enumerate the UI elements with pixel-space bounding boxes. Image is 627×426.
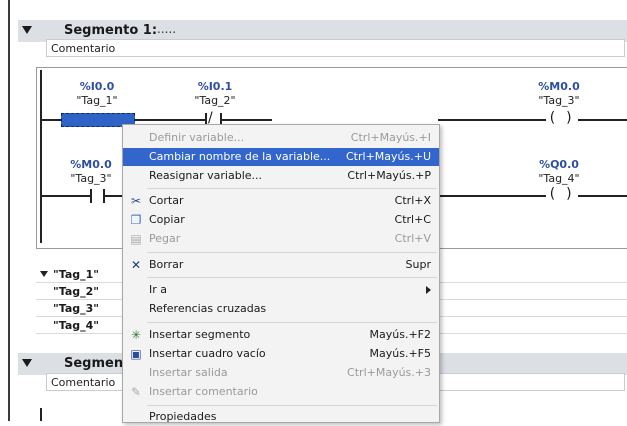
- menu-cambiar-nombre-variable[interactable]: Cambiar nombre de la variable... Ctrl+Ma…: [123, 148, 439, 166]
- empty-box-icon: ▣: [130, 347, 142, 361]
- tag-table-item: "Tag_4": [53, 319, 99, 332]
- rung1-contact1-address[interactable]: %I0.0: [52, 80, 142, 93]
- delete-x-icon: ✕: [130, 258, 142, 272]
- segment-1-title: Segmento 1:: [64, 23, 158, 38]
- menu-separator: [147, 322, 437, 323]
- paste-icon: ▤: [130, 232, 142, 246]
- menu-definir-variable[interactable]: Definir variable... Ctrl+Mayús.+I: [123, 129, 439, 147]
- rung2-wire: [105, 195, 122, 197]
- menu-reasignar-variable[interactable]: Reasignar variable... Ctrl+Mayús.+P: [123, 167, 439, 185]
- submenu-arrow-icon: [426, 286, 431, 294]
- rung1-wire: [222, 119, 272, 121]
- rung1-coil[interactable]: ( ): [548, 110, 573, 126]
- tag-table-item: "Tag_2": [53, 285, 99, 298]
- menu-insertar-segmento[interactable]: ✳ Insertar segmento Mayús.+F2: [123, 326, 439, 344]
- collapse-triangle-icon[interactable]: [22, 359, 32, 367]
- segment-1-comment[interactable]: Comentario: [46, 39, 625, 57]
- menu-cortar[interactable]: ✂ Cortar Ctrl+X: [123, 192, 439, 210]
- rung2-wire: [578, 195, 627, 197]
- rung1-coil-tag[interactable]: "Tag_3": [514, 94, 604, 107]
- menu-borrar[interactable]: ✕ Borrar Supr: [123, 256, 439, 274]
- menu-copiar[interactable]: ❐ Copiar Ctrl+C: [123, 211, 439, 229]
- menu-referencias-cruzadas[interactable]: Referencias cruzadas: [123, 300, 439, 318]
- expand-triangle-icon[interactable]: [40, 271, 48, 277]
- menu-separator: [147, 252, 437, 253]
- rung1-contact2-tag[interactable]: "Tag_2": [170, 94, 260, 107]
- segment-2-power-rail: [40, 408, 42, 421]
- rung2-wire: [438, 195, 546, 197]
- rung1-wire: [578, 119, 627, 121]
- rung1-wire: [42, 119, 62, 121]
- rung1-contact1-tag[interactable]: "Tag_1": [52, 94, 142, 107]
- editor-left-border: [8, 0, 10, 421]
- menu-ir-a[interactable]: Ir a: [123, 281, 439, 299]
- rung1-wire: [135, 119, 205, 121]
- menu-insertar-salida[interactable]: Insertar salida Ctrl+Mayús.+3: [123, 364, 439, 382]
- tag-table-item: "Tag_3": [53, 302, 99, 315]
- menu-separator: [147, 188, 437, 189]
- scissors-icon: ✂: [130, 194, 142, 208]
- rung2-contact1-left[interactable]: [90, 189, 92, 203]
- menu-pegar[interactable]: ▤ Pegar Ctrl+V: [123, 230, 439, 248]
- menu-insertar-cuadro-vacio[interactable]: ▣ Insertar cuadro vacío Mayús.+F5: [123, 345, 439, 363]
- rung1-coil-address[interactable]: %M0.0: [514, 80, 604, 93]
- left-power-rail: [40, 70, 42, 243]
- menu-separator: [147, 405, 437, 406]
- menu-insertar-comentario[interactable]: ✎ Insertar comentario: [123, 383, 439, 401]
- menu-separator: [147, 277, 437, 278]
- rung1-wire: [438, 119, 546, 121]
- comment-pen-icon: ✎: [130, 385, 142, 399]
- context-menu[interactable]: Definir variable... Ctrl+Mayús.+I Cambia…: [122, 124, 440, 423]
- rung2-wire: [42, 195, 90, 197]
- copy-icon: ❐: [130, 213, 142, 227]
- menu-propiedades[interactable]: Propiedades: [123, 408, 439, 426]
- insert-network-icon: ✳: [130, 328, 142, 342]
- rung2-coil[interactable]: ( ): [548, 186, 573, 202]
- rung1-contact2-address[interactable]: %I0.1: [170, 80, 260, 93]
- rung2-coil-address[interactable]: %Q0.0: [514, 158, 604, 171]
- segment-1-name[interactable]: .....: [157, 22, 176, 36]
- collapse-triangle-icon[interactable]: [22, 26, 32, 34]
- rung2-coil-tag[interactable]: "Tag_4": [514, 172, 604, 185]
